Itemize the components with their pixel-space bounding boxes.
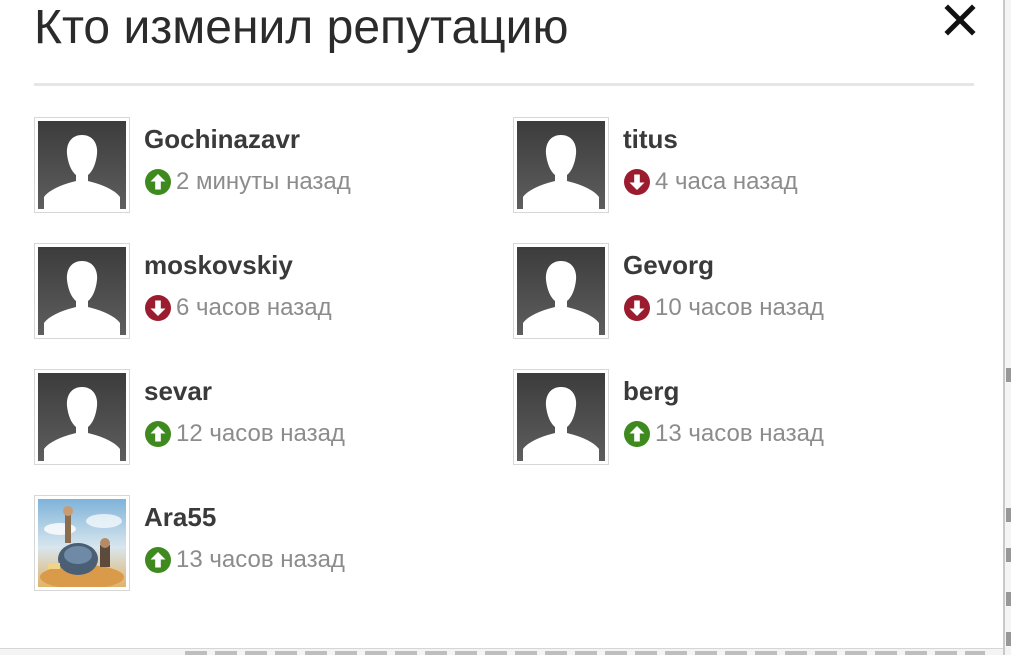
voter-username[interactable]: Gevorg	[623, 249, 714, 281]
background-text-fragment	[1006, 548, 1011, 562]
avatar[interactable]	[34, 117, 130, 213]
default-avatar-icon	[517, 121, 605, 209]
default-avatar-icon	[517, 373, 605, 461]
avatar[interactable]	[34, 495, 130, 591]
voter-username[interactable]: Ara55	[144, 501, 216, 533]
background-text-fragment	[1006, 508, 1011, 522]
default-avatar-icon	[38, 121, 126, 209]
avatar[interactable]	[34, 243, 130, 339]
vote-info: 6 часов назад	[144, 293, 332, 323]
close-x-icon[interactable]	[940, 0, 980, 40]
default-avatar-icon	[38, 373, 126, 461]
voter-item: Gevorg 10 часов назад	[513, 243, 953, 339]
arrow-down-circle-icon	[144, 294, 172, 322]
avatar[interactable]	[34, 369, 130, 465]
vote-info: 10 часов назад	[623, 293, 824, 323]
vote-info: 12 часов назад	[144, 419, 345, 449]
voter-username[interactable]: sevar	[144, 375, 212, 407]
vote-time: 10 часов назад	[655, 294, 824, 321]
avatar[interactable]	[513, 243, 609, 339]
background-text-fragment	[1006, 368, 1011, 382]
arrow-down-circle-icon	[623, 168, 651, 196]
voter-item: berg 13 часов назад	[513, 369, 953, 465]
vote-info: 4 часа назад	[623, 167, 798, 197]
voter-username[interactable]: Gochinazavr	[144, 123, 300, 155]
reputation-voters-modal: Кто изменил репутацию Gochinazavr 2 мину…	[0, 0, 1003, 648]
arrow-up-circle-icon	[623, 420, 651, 448]
vote-time: 12 часов назад	[176, 420, 345, 447]
vote-time: 13 часов назад	[655, 420, 824, 447]
vote-info: 13 часов назад	[623, 419, 824, 449]
voter-username[interactable]: titus	[623, 123, 678, 155]
vote-info: 13 часов назад	[144, 545, 345, 575]
background-page-bottom	[0, 648, 1003, 655]
voter-username[interactable]: moskovskiy	[144, 249, 293, 281]
voter-item: Gochinazavr 2 минуты назад	[34, 117, 474, 213]
avatar[interactable]	[513, 369, 609, 465]
voter-item: sevar 12 часов назад	[34, 369, 474, 465]
voter-item: moskovskiy 6 часов назад	[34, 243, 474, 339]
user-avatar-picture	[38, 499, 126, 587]
modal-title: Кто изменил репутацию	[34, 1, 569, 54]
avatar[interactable]	[513, 117, 609, 213]
default-avatar-icon	[517, 247, 605, 335]
vote-time: 6 часов назад	[176, 294, 332, 321]
vote-time: 4 часа назад	[655, 168, 798, 195]
close-button[interactable]	[940, 0, 980, 40]
vote-time: 13 часов назад	[176, 546, 345, 573]
default-avatar-icon	[38, 247, 126, 335]
voter-username[interactable]: berg	[623, 375, 679, 407]
background-text-fragment	[1006, 632, 1011, 646]
arrow-up-circle-icon	[144, 420, 172, 448]
arrow-down-circle-icon	[623, 294, 651, 322]
vote-info: 2 минуты назад	[144, 167, 351, 197]
arrow-up-circle-icon	[144, 546, 172, 574]
background-page-edge	[1003, 0, 1011, 655]
vote-time: 2 минуты назад	[176, 168, 351, 195]
voter-item: titus 4 часа назад	[513, 117, 953, 213]
arrow-up-circle-icon	[144, 168, 172, 196]
background-text-fragment	[185, 651, 985, 655]
title-divider	[34, 83, 974, 86]
background-text-fragment	[1006, 592, 1011, 606]
voter-item: Ara55 13 часов назад	[34, 495, 474, 591]
